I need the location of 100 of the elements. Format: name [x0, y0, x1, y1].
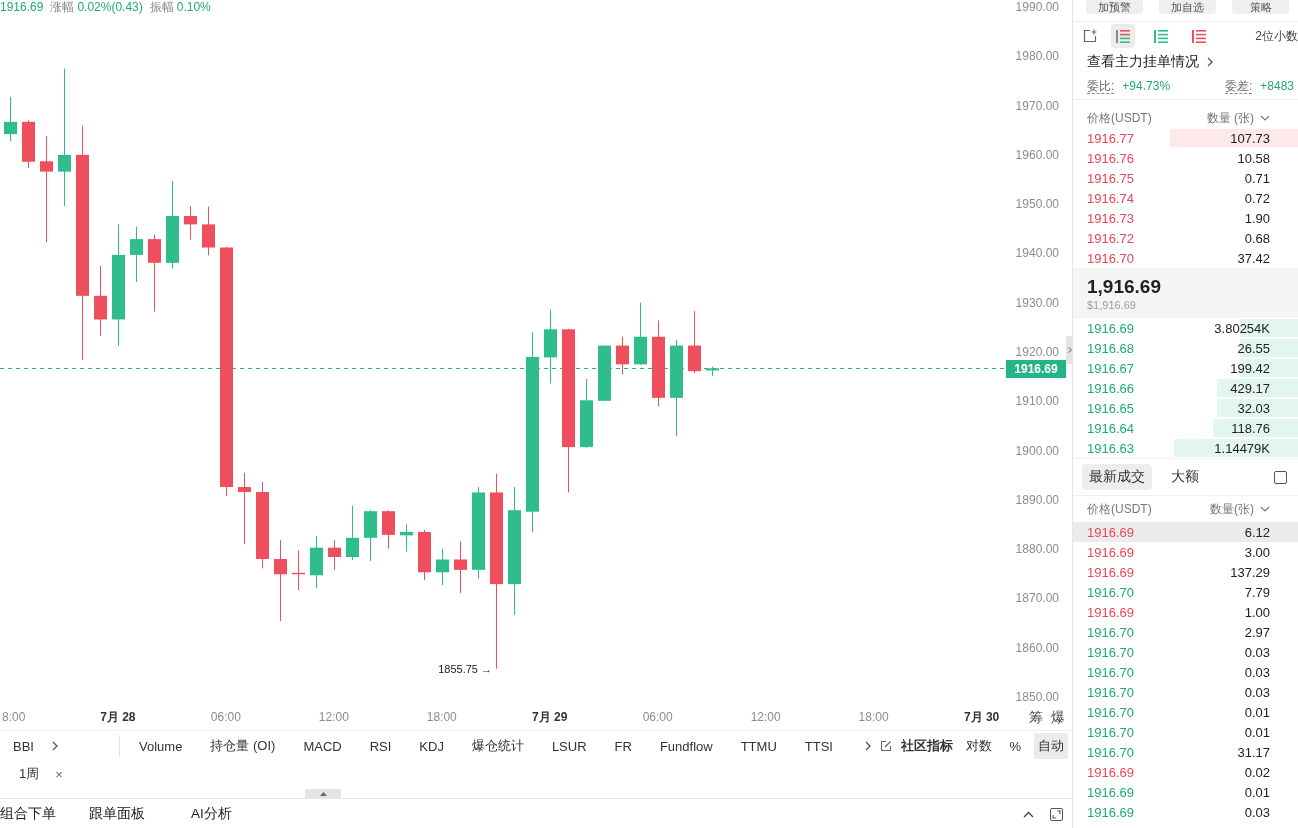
chevron-up-icon[interactable]: [1023, 810, 1034, 818]
candlestick: [292, 550, 305, 591]
y-axis-label: 1850.00: [1015, 690, 1059, 704]
candlestick: [202, 206, 215, 256]
checkbox[interactable]: [1274, 470, 1287, 484]
indicator-tab[interactable]: MACD: [303, 737, 342, 755]
candlestick: [436, 548, 449, 586]
view-mode-button[interactable]: [1111, 24, 1135, 48]
community-indicators-button[interactable]: 社区指标: [901, 737, 954, 755]
amplitude-value: 0.10%: [176, 0, 211, 14]
precision-selector[interactable]: 2位小数: [1255, 27, 1298, 45]
candlestick: [94, 265, 107, 337]
chevron-right-icon[interactable]: [51, 741, 58, 751]
candlestick: [580, 378, 593, 449]
trade-price: 1916.69: [1087, 604, 1134, 620]
trade-amount: 2.97: [1244, 624, 1270, 640]
indicator-tab[interactable]: LSUR: [551, 737, 587, 755]
candlestick: [310, 535, 323, 589]
bid-ask-diff-label: 委差:: [1225, 79, 1253, 94]
trade-price: 1916.70: [1087, 684, 1134, 700]
chevron-right-icon[interactable]: [1207, 57, 1213, 67]
x-axis-label: 7月 30: [963, 710, 1000, 724]
indicator-tab[interactable]: TTMU: [740, 737, 777, 755]
scale-option[interactable]: 对数: [962, 733, 997, 759]
x-axis-label: 12:00: [318, 710, 349, 724]
trade-amount: 31.17: [1237, 744, 1270, 760]
top-action-button[interactable]: 加预警: [1086, 0, 1143, 14]
expand-icon[interactable]: [1050, 807, 1063, 821]
order-amount: 32.03: [1237, 400, 1270, 416]
trade-amount: 0.01: [1244, 784, 1270, 800]
top-action-button[interactable]: 策略: [1232, 0, 1289, 14]
trade-amount: 137.29: [1230, 564, 1270, 580]
indicator-tab[interactable]: 爆仓统计: [471, 737, 524, 755]
trade-amount: 0.03: [1244, 684, 1270, 700]
trade-amount: 3.00: [1244, 544, 1270, 560]
square-plus-icon[interactable]: [1083, 29, 1097, 43]
y-axis-label: 1910.00: [1015, 394, 1059, 409]
trade-amount: 0.03: [1244, 644, 1270, 660]
chevron-right-icon: [1067, 347, 1072, 353]
chevron-down-icon[interactable]: [1260, 506, 1270, 512]
bid-ask-ratio-value: +94.73%: [1122, 79, 1171, 94]
trade-price: 1916.69: [1087, 544, 1134, 560]
trade-price: 1916.69: [1087, 564, 1134, 580]
indicator-tab[interactable]: TTSI: [804, 737, 833, 755]
main-indicator-tab[interactable]: BBI: [13, 738, 34, 754]
scale-option[interactable]: 自动: [1034, 733, 1068, 759]
trade-amount: 0.01: [1244, 724, 1270, 740]
order-price: 1916.73: [1087, 210, 1134, 226]
edit-icon[interactable]: [880, 740, 893, 752]
order-price: 1916.65: [1087, 400, 1134, 416]
indicator-tab[interactable]: RSI: [369, 737, 392, 755]
axis-tool-button[interactable]: 筹: [1029, 708, 1043, 726]
order-book-icon: [1192, 29, 1206, 43]
trade-price: 1916.70: [1087, 744, 1134, 760]
candlestick: [4, 96, 17, 142]
last-price: 1916.69: [0, 0, 44, 14]
trade-amount: 0.03: [1244, 804, 1270, 820]
order-amount: 10.58: [1237, 150, 1270, 166]
y-axis-label: 1880.00: [1015, 542, 1059, 557]
axis-tool-button[interactable]: 爆: [1051, 708, 1065, 726]
y-axis-label: 1920.00: [1015, 345, 1059, 359]
indicator-tab[interactable]: FR: [614, 737, 632, 755]
indicator-tab[interactable]: 持仓量 (OI): [210, 737, 276, 755]
chevron-right-icon[interactable]: [865, 741, 872, 751]
candlestick: [364, 509, 377, 562]
trade-price: 1916.70: [1087, 584, 1134, 600]
candlestick: [688, 310, 701, 374]
amplitude-label: 振幅: [149, 0, 174, 14]
order-price: 1916.77: [1087, 130, 1134, 146]
current-price-tag: 1916.69: [1006, 359, 1066, 378]
chevron-down-icon[interactable]: [1260, 115, 1270, 121]
trades-tab[interactable]: 最新成交: [1082, 464, 1152, 490]
trade-price: 1916.70: [1087, 724, 1134, 740]
indicator-tab[interactable]: KDJ: [419, 737, 444, 755]
main-orders-link[interactable]: 查看主力挂单情况: [1087, 53, 1199, 71]
indicator-tab[interactable]: Volume: [139, 737, 183, 755]
resize-handle[interactable]: [305, 789, 341, 798]
top-action-button[interactable]: 加自选: [1159, 0, 1216, 14]
y-axis-label: 1980.00: [1015, 49, 1059, 64]
indicator-tab[interactable]: Fundflow: [659, 737, 713, 755]
panel-tab[interactable]: AI分析: [191, 805, 232, 823]
trades-tab[interactable]: 大额: [1164, 464, 1206, 490]
y-axis-label: 1900.00: [1015, 443, 1059, 458]
collapse-handle[interactable]: [1066, 336, 1073, 364]
panel-tab[interactable]: 跟单面板: [89, 805, 145, 823]
x-axis-label: 06:00: [642, 710, 673, 724]
trade-price: 1916.69: [1087, 524, 1134, 540]
order-amount: 429.17: [1230, 380, 1270, 396]
candlestick: [184, 205, 197, 241]
y-axis-label: 1960.00: [1015, 147, 1059, 162]
y-axis-label: 1890.00: [1015, 492, 1059, 507]
candlestick: [400, 524, 413, 553]
interval-tab[interactable]: 1周: [19, 765, 40, 783]
y-axis-label: 1930.00: [1015, 295, 1059, 310]
panel-tab[interactable]: 组合下单: [0, 805, 56, 823]
trade-amount: 0.01: [1244, 704, 1270, 720]
trade-price: 1916.69: [1087, 784, 1134, 800]
close-button[interactable]: ×: [55, 766, 63, 782]
y-axis-label: 1990.00: [1015, 0, 1059, 14]
scale-option[interactable]: %: [1005, 734, 1025, 758]
